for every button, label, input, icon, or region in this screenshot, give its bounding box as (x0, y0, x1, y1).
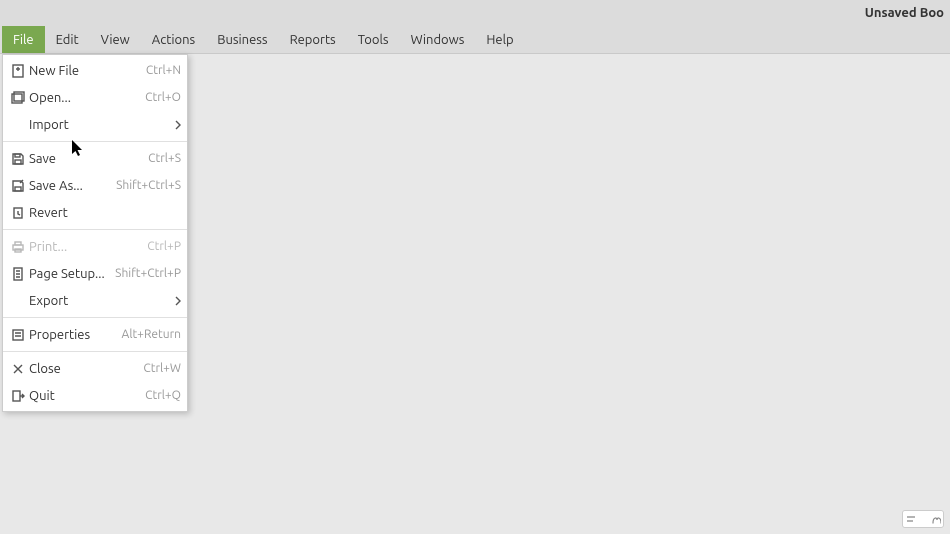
menu-item-shortcut: Alt+Return (122, 328, 181, 341)
print-icon (9, 239, 27, 255)
menu-item-new-file[interactable]: New File Ctrl+N (3, 57, 187, 84)
menu-item-export[interactable]: Export (3, 287, 187, 314)
close-icon (9, 361, 27, 377)
menu-item-label: Save As... (29, 179, 83, 193)
menu-actions[interactable]: Actions (141, 26, 206, 53)
menu-item-label: Export (29, 294, 68, 308)
menu-help[interactable]: Help (475, 26, 524, 53)
menu-item-shortcut: Ctrl+S (148, 152, 181, 165)
menu-item-shortcut: Ctrl+P (147, 240, 181, 253)
corner-badge (902, 510, 944, 528)
menu-item-shortcut: Ctrl+Q (145, 389, 181, 402)
menu-item-open[interactable]: Open... Ctrl+O (3, 84, 187, 111)
menu-tools[interactable]: Tools (347, 26, 400, 53)
menu-item-print: Print... Ctrl+P (3, 233, 187, 260)
mouse-cursor (72, 140, 86, 162)
submenu-arrow-icon (173, 296, 181, 306)
save-icon (9, 151, 27, 167)
file-menu-dropdown: New File Ctrl+N Open... Ctrl+O Import Save Ctr… (2, 54, 188, 412)
menu-item-label: Save (29, 152, 56, 166)
menu-item-shortcut: Ctrl+N (146, 64, 181, 77)
menu-windows[interactable]: Windows (400, 26, 476, 53)
menu-edit[interactable]: Edit (45, 26, 90, 53)
menu-item-revert[interactable]: Revert (3, 199, 187, 226)
menu-view[interactable]: View (90, 26, 141, 53)
menubar: FileEditViewActionsBusinessReportsToolsW… (0, 26, 950, 54)
menu-item-label: Revert (29, 206, 68, 220)
menu-item-import[interactable]: Import (3, 111, 187, 138)
menu-item-save-as[interactable]: Save As... Shift+Ctrl+S (3, 172, 187, 199)
menu-item-label: Quit (29, 389, 55, 403)
titlebar: Unsaved Boo (0, 0, 950, 26)
menu-item-shortcut: Shift+Ctrl+P (115, 267, 181, 280)
quit-icon (9, 388, 27, 404)
menu-item-shortcut: Ctrl+W (143, 362, 181, 375)
page-setup-icon (9, 266, 27, 282)
menu-item-label: Import (29, 118, 69, 132)
menu-item-properties[interactable]: Properties Alt+Return (3, 321, 187, 348)
menu-reports[interactable]: Reports (279, 26, 347, 53)
menu-item-label: Properties (29, 328, 90, 342)
menu-file[interactable]: File (2, 26, 45, 53)
menu-separator (3, 229, 187, 230)
new-file-icon (9, 63, 27, 79)
menu-item-shortcut: Shift+Ctrl+S (116, 179, 181, 192)
menu-item-label: Print... (29, 240, 67, 254)
menu-item-quit[interactable]: Quit Ctrl+Q (3, 382, 187, 409)
menu-item-label: Open... (29, 91, 71, 105)
blank-icon (9, 117, 27, 133)
window-title: Unsaved Boo (865, 6, 944, 20)
menu-item-label: Close (29, 362, 61, 376)
save-as-icon (9, 178, 27, 194)
menu-item-shortcut: Ctrl+O (145, 91, 181, 104)
menu-item-label: New File (29, 64, 79, 78)
menu-separator (3, 317, 187, 318)
menu-separator (3, 351, 187, 352)
menu-item-label: Page Setup... (29, 267, 105, 281)
menu-item-save[interactable]: Save Ctrl+S (3, 145, 187, 172)
menu-item-close[interactable]: Close Ctrl+W (3, 355, 187, 382)
blank-icon (9, 293, 27, 309)
menu-separator (3, 141, 187, 142)
submenu-arrow-icon (173, 120, 181, 130)
properties-icon (9, 327, 27, 343)
revert-icon (9, 205, 27, 221)
menu-business[interactable]: Business (206, 26, 278, 53)
menu-item-page-setup[interactable]: Page Setup... Shift+Ctrl+P (3, 260, 187, 287)
open-icon (9, 90, 27, 106)
